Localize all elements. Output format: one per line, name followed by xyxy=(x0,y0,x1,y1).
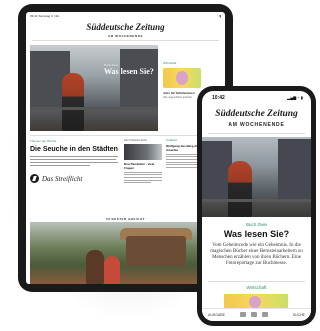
text-line xyxy=(124,174,162,176)
phone-tab-bar: AUSGABE SUCHE xyxy=(202,308,311,321)
tab-ausgabe[interactable]: AUSGABE xyxy=(208,313,225,317)
hut-shape xyxy=(126,236,186,266)
tablet-col2-kicker: Das Politische Buch xyxy=(124,139,148,142)
tablet-divider xyxy=(30,135,221,136)
tablet-lead-kicker: Themen der Woche xyxy=(30,139,57,143)
phone-section-thumbnail[interactable] xyxy=(224,294,288,308)
tablet-col2-image xyxy=(124,144,162,160)
face-shape xyxy=(249,296,261,308)
phone-article-teaser: Vom Geheimcode wie ein Geheimnis. In die… xyxy=(210,243,303,266)
reader-figure-image xyxy=(62,73,84,131)
phone-edition-label: AM WOCHENENDE xyxy=(228,122,285,128)
tablet-side-tag: Wirtschaft xyxy=(163,61,177,65)
tablet-hero-title: Was lesen Sie? xyxy=(104,67,154,76)
tablet-screen: 09:41 Samstag 3. Okt. ◔ ▮ Süddeutsche Ze… xyxy=(26,12,225,284)
phone-status-bar: 10:42 ▂▄▆ ◔ ▮ xyxy=(202,91,311,103)
balcony-rail xyxy=(30,107,158,110)
tab-sections-icon[interactable] xyxy=(251,312,257,317)
tab-bookmark-icon[interactable] xyxy=(262,312,268,317)
phone-device: 10:42 ▂▄▆ ◔ ▮ Süddeutsche Zeitung AM WOC… xyxy=(197,86,316,326)
phone-screen: 10:42 ▂▄▆ ◔ ▮ Süddeutsche Zeitung AM WOC… xyxy=(202,91,311,321)
tablet-edition-label: AM WOCHENENDE xyxy=(107,34,144,38)
tablet-col2-caption: Drei Pandelten - viele Fragen xyxy=(124,162,155,170)
tablet-lead-text xyxy=(30,156,120,167)
tablet-side-thumbnail xyxy=(163,68,201,88)
tablet-divider xyxy=(32,40,219,41)
text-line xyxy=(124,179,162,181)
phone-masthead: Süddeutsche Zeitung xyxy=(215,109,298,119)
tab-icons xyxy=(240,312,268,317)
child-figure-shape xyxy=(86,250,104,284)
tablet-masthead: Süddeutsche Zeitung xyxy=(86,22,165,32)
text-line xyxy=(30,158,116,161)
phone-section-label: Wirtschaft xyxy=(246,285,267,290)
phone-status-icons: ▂▄▆ ◔ ▮ xyxy=(287,95,303,100)
phone-article-title[interactable]: Was lesen Sie? xyxy=(202,229,311,239)
text-line xyxy=(124,176,162,179)
text-line xyxy=(166,167,199,169)
phone-article-kicker: Buch Zwei xyxy=(245,222,267,227)
tablet-status-bar: 09:41 Samstag 3. Okt. ◔ ▮ xyxy=(26,12,225,20)
text-line xyxy=(30,161,118,164)
face-shape xyxy=(176,71,188,85)
reader-figure-image xyxy=(228,161,252,217)
phone-divider xyxy=(208,133,305,134)
text-line xyxy=(30,164,90,167)
streiflicht-icon xyxy=(30,174,39,184)
phone-hero-image[interactable] xyxy=(202,137,311,217)
text-line xyxy=(124,171,162,173)
tablet-lead-headline: Die Seuche in den Städten xyxy=(30,146,118,153)
tablet-status-time: 09:41 Samstag 3. Okt. xyxy=(30,14,60,18)
streiflicht-link[interactable]: Das Streiflicht xyxy=(30,174,120,184)
tab-home-icon[interactable] xyxy=(240,312,246,317)
text-line xyxy=(124,182,151,184)
phone-status-time: 10:42 xyxy=(212,95,225,101)
tablet-section-label: IN BESTER ABSICHT xyxy=(106,217,145,221)
tablet-status-icons: ◔ ▮ xyxy=(216,14,221,18)
tablet-feature-image[interactable] xyxy=(30,222,221,284)
tablet-hero-article[interactable]: Buch Zwei Was lesen Sie? xyxy=(30,45,158,131)
building-shape xyxy=(278,139,311,199)
tab-suche[interactable]: SUCHE xyxy=(293,313,305,317)
tablet-col2-article[interactable]: Das Politische Buch Drei Pandelten - vie… xyxy=(124,139,162,184)
building-shape xyxy=(120,49,158,107)
phone-divider xyxy=(208,281,305,282)
streiflicht-label: Das Streiflicht xyxy=(42,174,83,183)
tablet-lead-article[interactable]: Themen der Woche Die Seuche in den Städt… xyxy=(30,139,120,184)
text-line xyxy=(30,156,118,158)
child-figure-shape xyxy=(104,256,120,284)
balcony-rail xyxy=(202,199,311,202)
